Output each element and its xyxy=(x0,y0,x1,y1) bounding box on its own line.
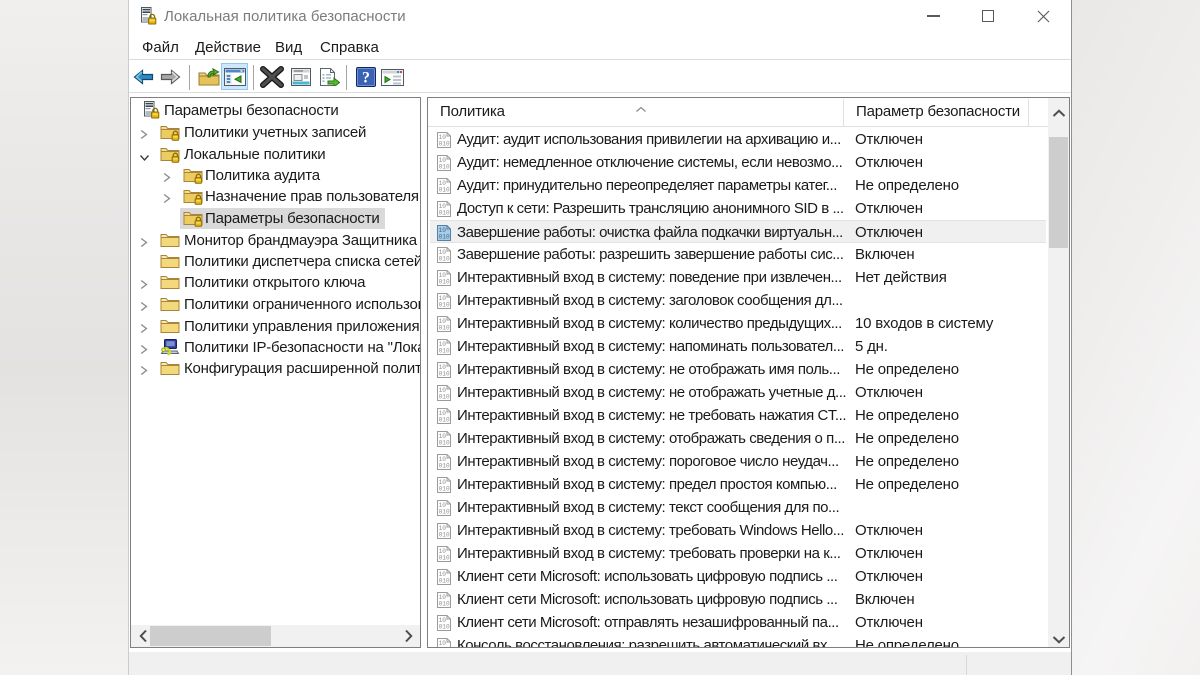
svg-text:010: 010 xyxy=(439,624,450,631)
svg-text:010: 010 xyxy=(439,486,450,493)
svg-text:010: 010 xyxy=(439,279,450,286)
svg-text:010: 010 xyxy=(439,394,450,401)
svg-text:010: 010 xyxy=(439,141,450,148)
svg-text:010: 010 xyxy=(439,440,450,447)
svg-text:?: ? xyxy=(362,70,370,87)
svg-text:010: 010 xyxy=(439,578,450,585)
svg-text:010: 010 xyxy=(439,371,450,378)
svg-text:010: 010 xyxy=(439,601,450,608)
svg-text:010: 010 xyxy=(439,302,450,309)
svg-text:010: 010 xyxy=(439,417,450,424)
svg-text:010: 010 xyxy=(439,325,450,332)
svg-text:010: 010 xyxy=(439,348,450,355)
svg-text:010: 010 xyxy=(439,210,450,217)
svg-text:010: 010 xyxy=(439,164,450,171)
svg-text:010: 010 xyxy=(439,463,450,470)
svg-text:010: 010 xyxy=(439,187,450,194)
svg-text:010: 010 xyxy=(439,234,450,241)
svg-text:010: 010 xyxy=(439,555,450,562)
svg-text:010: 010 xyxy=(439,509,450,516)
svg-text:010: 010 xyxy=(439,256,450,263)
svg-text:010: 010 xyxy=(439,532,450,539)
